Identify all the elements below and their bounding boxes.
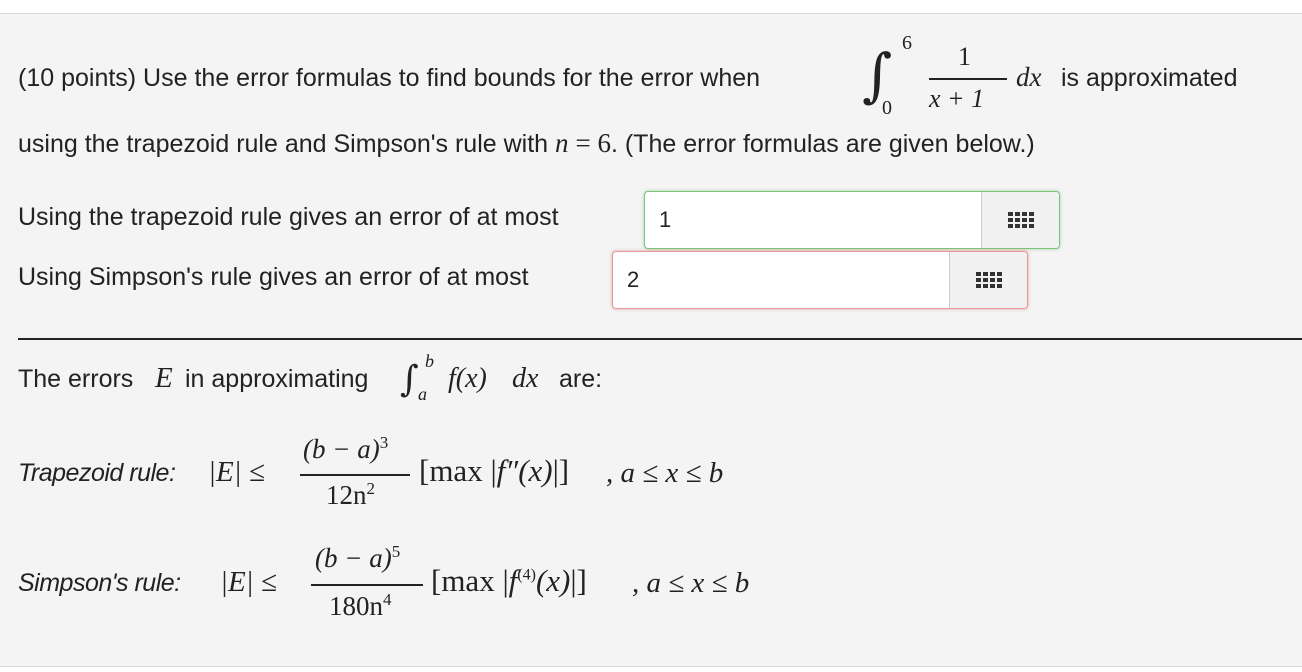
errors-integral-sign: ∫	[400, 359, 419, 400]
errors-intro-E: E	[155, 362, 173, 394]
trapezoid-keyboard-button[interactable]	[981, 192, 1059, 248]
integral-upper: 6	[902, 32, 912, 54]
question-line2-a: using the trapezoid rule and Simpson's r…	[18, 130, 549, 158]
trapezoid-bracket-expr: [max |f″(x)|]	[419, 453, 570, 488]
errors-intro-c: are:	[559, 365, 603, 393]
trapezoid-answer-label: Using the trapezoid rule gives an error …	[18, 203, 559, 231]
errors-differential: dx	[512, 363, 539, 394]
fraction-bar	[929, 78, 1007, 80]
question-suffix: is approximated	[1061, 64, 1238, 92]
trapezoid-lhs: |E| ≤	[208, 456, 265, 488]
simpson-answer-label: Using Simpson's rule gives an error of a…	[18, 263, 529, 291]
simpson-condition: , a ≤ x ≤ b	[632, 567, 750, 599]
question-line2: using the trapezoid rule and Simpson's r…	[18, 130, 1035, 157]
n-variable: n	[555, 128, 569, 158]
simpson-denominator: 180n4	[329, 590, 392, 621]
errors-integrand: f(x)	[448, 363, 487, 394]
trapezoid-label: Trapezoid rule:	[18, 459, 176, 487]
trapezoid-fraction-bar	[300, 474, 410, 476]
trapezoid-numerator: (b − a)3	[303, 433, 389, 464]
grid-keyboard-icon	[975, 272, 1002, 288]
simpson-lhs: |E| ≤	[220, 566, 277, 598]
simpson-answer-input[interactable]	[613, 252, 951, 308]
simpson-numerator: (b − a)5	[315, 542, 401, 573]
simpson-answer-field[interactable]	[612, 251, 1028, 309]
grid-keyboard-icon	[1007, 212, 1034, 228]
fraction-denominator: x + 1	[929, 84, 985, 113]
integral-differential: dx	[1016, 62, 1042, 92]
question-line2-b: . (The error formulas are given below.)	[610, 130, 1035, 158]
trapezoid-denominator: 12n2	[326, 479, 375, 510]
trapezoid-answer-input[interactable]	[645, 192, 983, 248]
errors-intro-b: in approximating	[185, 365, 369, 393]
integral-lower: 0	[882, 97, 892, 119]
errors-integral-lower: a	[418, 384, 427, 404]
simpson-bracket-expr: [max |f(4)(x)|]	[431, 563, 587, 598]
section-divider	[18, 338, 1302, 340]
trapezoid-answer-field[interactable]	[644, 191, 1060, 249]
n-value: = 6	[575, 128, 611, 158]
fraction-numerator: 1	[958, 42, 971, 71]
question-prefix: (10 points) Use the error formulas to fi…	[18, 64, 761, 92]
errors-integral-upper: b	[425, 351, 434, 371]
simpson-fraction-bar	[311, 584, 423, 586]
simpson-label: Simpson's rule:	[18, 569, 181, 597]
simpson-keyboard-button[interactable]	[949, 252, 1027, 308]
trapezoid-condition: , a ≤ x ≤ b	[606, 457, 724, 489]
errors-intro-a: The errors	[18, 365, 134, 393]
integral-sign: ∫	[862, 41, 893, 109]
